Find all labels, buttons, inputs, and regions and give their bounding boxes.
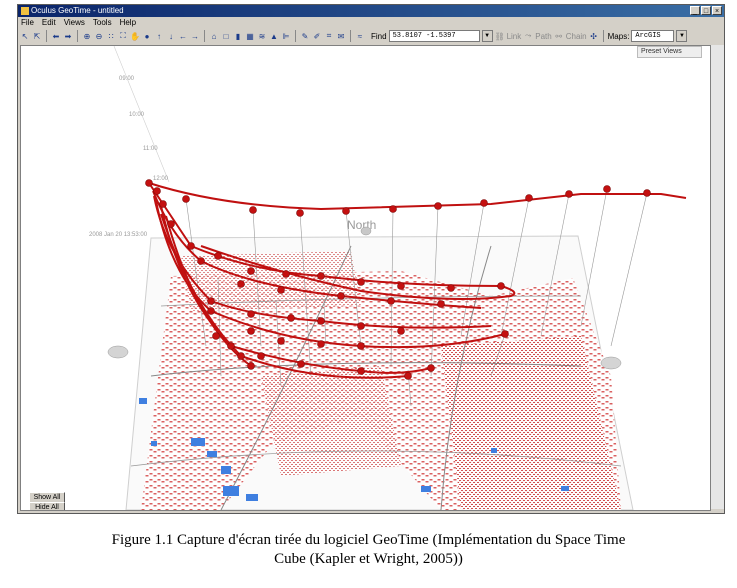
shape-icon[interactable]: ⌂	[209, 32, 219, 41]
menu-tools[interactable]: Tools	[93, 17, 112, 28]
forward-icon[interactable]: ➡	[63, 32, 73, 41]
time-tick: 12:00	[153, 176, 169, 182]
3d-viewport[interactable]: 09:00 10:00 11:00 12:00 2008 Jan 20 13:5…	[20, 45, 711, 511]
side-panel[interactable]	[711, 45, 724, 509]
route-icon[interactable]: ≈	[355, 32, 365, 41]
arrow-up-icon[interactable]: ↑	[154, 32, 164, 41]
menu-help[interactable]: Help	[120, 17, 136, 28]
bar-icon[interactable]: ▮	[233, 32, 243, 41]
toolbar-separator	[204, 30, 205, 42]
path-label[interactable]: Path	[535, 32, 551, 41]
arrow-down-icon[interactable]: ↓	[166, 32, 176, 41]
pointer-icon[interactable]: ↖	[20, 32, 30, 41]
menu-file[interactable]: File	[21, 17, 34, 28]
menu-edit[interactable]: Edit	[42, 17, 56, 28]
toolbar-separator	[602, 30, 604, 42]
app-window: Oculus GeoTime - untitled _ □ × File Edi…	[17, 4, 725, 514]
maps-label: Maps:	[607, 31, 630, 41]
back-icon[interactable]: ⬅	[51, 32, 61, 41]
timeline-icon[interactable]: ⊫	[281, 32, 291, 41]
minimize-button[interactable]: _	[690, 6, 700, 15]
title-bar: Oculus GeoTime - untitled _ □ ×	[18, 5, 724, 17]
preset-views-tab[interactable]: Preset Views	[637, 46, 702, 58]
link-label[interactable]: Link	[507, 32, 522, 41]
tag-icon[interactable]: ⌗	[324, 31, 334, 41]
note-icon[interactable]: ✉	[336, 32, 346, 41]
find-dropdown-icon[interactable]: ▼	[481, 30, 493, 42]
figure-caption-line2: Cube (Kapler et Wright, 2005))	[274, 551, 463, 567]
arrow-left-icon[interactable]: ←	[178, 32, 188, 41]
maximize-button[interactable]: □	[701, 6, 711, 15]
toolbar-separator	[350, 30, 351, 42]
menu-views[interactable]: Views	[64, 17, 85, 28]
navigation-handle-west	[107, 345, 129, 359]
navigation-handle-north	[360, 226, 372, 236]
maps-dropdown-icon[interactable]: ▼	[676, 30, 688, 42]
pencil-icon[interactable]: ✎	[300, 32, 310, 41]
select-icon[interactable]: ⇱	[32, 32, 42, 41]
fit-icon[interactable]: ∷	[106, 32, 116, 41]
zoom-in-icon[interactable]: ⊕	[82, 32, 92, 41]
window-title: Oculus GeoTime - untitled	[31, 6, 124, 15]
find-input[interactable]: 53.8107 -1.5397	[388, 30, 480, 42]
toolbar-separator	[77, 30, 78, 42]
chain-label[interactable]: Chain	[566, 32, 587, 41]
fullscreen-icon[interactable]: ⛶	[118, 31, 128, 41]
pan-hand-icon[interactable]: ✋	[130, 32, 140, 41]
hide-all-button[interactable]: Hide All	[29, 502, 65, 510]
mountain-icon[interactable]: ▲	[269, 32, 279, 41]
path-icon[interactable]: ⤳	[523, 31, 533, 41]
toolbar: ↖ ⇱ ⬅ ➡ ⊕ ⊖ ∷ ⛶ ✋ ● ↑ ↓ ← → ⌂ □ ▮ ▦ ≋ ▲ …	[18, 28, 724, 44]
zoom-out-icon[interactable]: ⊖	[94, 32, 104, 41]
maps-select[interactable]: ArcGIS	[631, 30, 675, 42]
link-icon[interactable]: ⛓	[495, 32, 505, 41]
map-dense-area	[261, 366, 401, 476]
arrow-right-icon[interactable]: →	[190, 32, 200, 41]
time-tick: 11:00	[143, 146, 158, 152]
find-label: Find	[371, 31, 387, 41]
app-logo-icon	[21, 7, 29, 15]
date-label: 2008 Jan 20 13:53:00	[89, 232, 148, 238]
network-icon[interactable]: ✣	[589, 32, 599, 41]
globe-icon[interactable]: ●	[142, 32, 152, 41]
toolbar-separator	[295, 30, 296, 42]
chain-icon[interactable]: ⚯	[554, 32, 564, 41]
edit-icon[interactable]: ✐	[312, 32, 322, 41]
time-tick: 09:00	[119, 76, 135, 82]
time-tick: 10:00	[129, 112, 145, 118]
close-button[interactable]: ×	[712, 6, 722, 15]
rectangle-icon[interactable]: □	[221, 32, 231, 41]
space-time-cube[interactable]: 09:00 10:00 11:00 12:00 2008 Jan 20 13:5…	[21, 46, 710, 510]
figure-caption-line1: Figure 1.1 Capture d'écran tirée du logi…	[111, 532, 626, 548]
menu-bar: File Edit Views Tools Help	[18, 17, 724, 28]
chart-icon[interactable]: ▦	[245, 32, 255, 41]
layers-icon[interactable]: ≋	[257, 32, 267, 41]
toolbar-separator	[46, 30, 47, 42]
navigation-handle-east	[600, 356, 622, 370]
